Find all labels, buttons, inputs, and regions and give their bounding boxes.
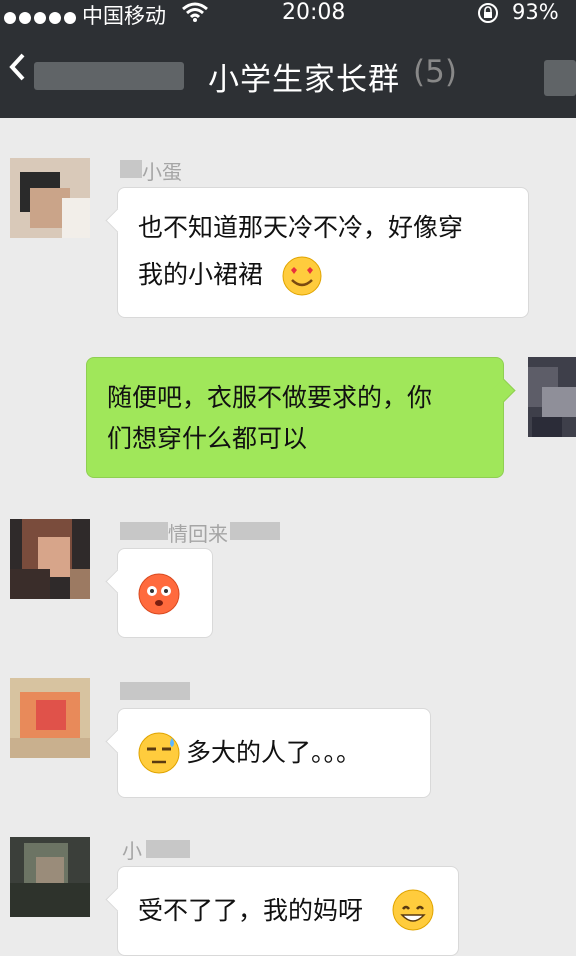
avatar[interactable] bbox=[10, 519, 90, 599]
avatar[interactable] bbox=[10, 837, 90, 917]
avatar[interactable] bbox=[10, 158, 90, 238]
blurred-header-right bbox=[544, 60, 576, 96]
chat-member-count: (5) bbox=[413, 54, 457, 90]
message-text-line: 也不知道那天冷不冷，好像穿 bbox=[138, 213, 464, 242]
message-bubble[interactable]: 也不知道那天冷不冷，好像穿 我的小裙裙 bbox=[105, 187, 529, 318]
nick-blur bbox=[146, 840, 190, 858]
carrier-label: 中国移动 bbox=[82, 4, 166, 28]
heart-eyes-emoji bbox=[282, 256, 322, 308]
nick-blur bbox=[120, 682, 190, 700]
flushed-emoji bbox=[138, 573, 180, 627]
grin-sweat-emoji bbox=[392, 889, 434, 943]
nick-blur bbox=[120, 160, 142, 178]
sender-nickname: 小蛋 bbox=[142, 160, 182, 184]
message-bubble[interactable] bbox=[105, 548, 213, 638]
message-text-line: 随便吧，衣服不做要求的，你 bbox=[107, 383, 433, 412]
orientation-lock-icon bbox=[477, 2, 499, 29]
message-bubble[interactable]: 多大的人了。。。 bbox=[105, 708, 431, 798]
unamused-sweat-emoji bbox=[138, 732, 180, 786]
app-header: 中国移动 20:08 93% 小学生家长群 (5) bbox=[0, 0, 576, 118]
battery-percent: 93% bbox=[512, 0, 559, 24]
message-text-line: 们想穿什么都可以 bbox=[107, 424, 308, 453]
sender-nickname: 小 bbox=[122, 839, 142, 863]
wifi-icon bbox=[182, 2, 208, 27]
sender-nickname: 情回来 bbox=[168, 522, 228, 546]
message-text-line: 我的小裙裙 bbox=[138, 260, 264, 289]
chat-title: 小学生家长群 bbox=[208, 62, 400, 98]
blurred-back-label bbox=[34, 62, 184, 90]
message-bubble[interactable]: 受不了了，我的妈呀 bbox=[105, 866, 459, 956]
my-avatar[interactable] bbox=[528, 357, 576, 437]
message-bubble-mine[interactable]: 随便吧，衣服不做要求的，你 们想穿什么都可以 bbox=[86, 357, 516, 478]
status-time: 20:08 bbox=[282, 0, 346, 25]
message-text-line: 多大的人了。。。 bbox=[186, 738, 362, 767]
signal-dots-icon bbox=[4, 5, 79, 29]
nick-blur bbox=[120, 522, 168, 540]
message-text-line: 受不了了，我的妈呀 bbox=[138, 896, 364, 925]
status-bar: 中国移动 20:08 93% bbox=[0, 0, 576, 29]
avatar[interactable] bbox=[10, 678, 90, 758]
nick-blur bbox=[230, 522, 280, 540]
chevron-left-icon[interactable] bbox=[8, 50, 26, 91]
